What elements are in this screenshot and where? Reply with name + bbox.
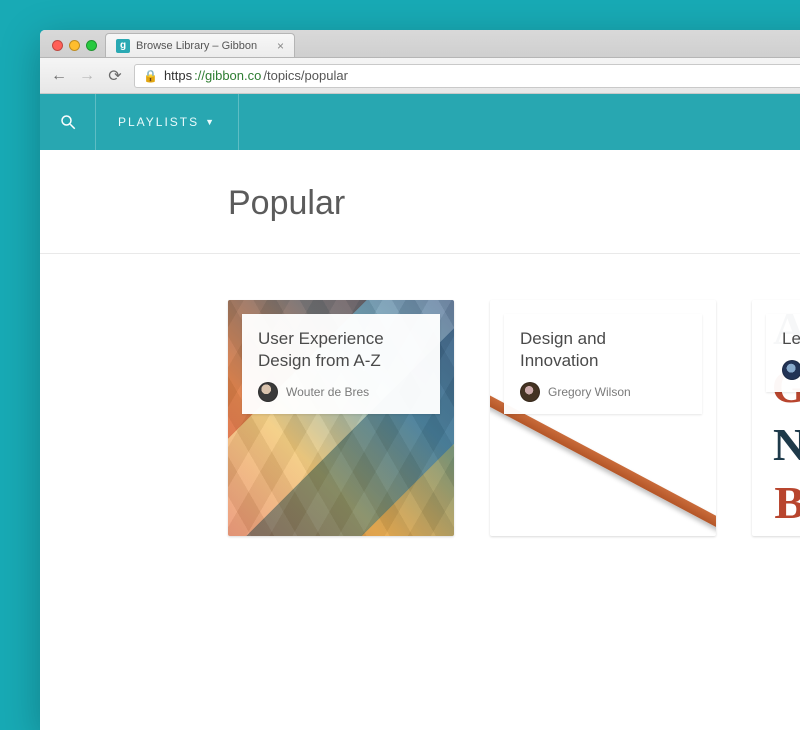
app-header: PLAYLISTS ▼ gibbon <box>40 94 800 150</box>
playlist-card[interactable]: User Experience Design from A-Z Wouter d… <box>228 300 454 536</box>
url-path: /topics/popular <box>263 68 348 83</box>
url-scheme: https <box>164 68 192 83</box>
card-label: Lea <box>766 314 800 392</box>
back-button[interactable]: ← <box>50 67 68 85</box>
lock-icon: 🔒 <box>143 69 158 83</box>
author-name: Gregory Wilson <box>548 385 631 399</box>
avatar <box>782 360 800 380</box>
card-title: User Experience Design from A-Z <box>258 328 424 372</box>
minimize-window-button[interactable] <box>69 40 80 51</box>
card-author <box>782 360 800 380</box>
zoom-window-button[interactable] <box>86 40 97 51</box>
window-controls <box>48 40 105 57</box>
browser-tab[interactable]: g Browse Library – Gibbon × <box>105 33 295 57</box>
author-name: Wouter de Bres <box>286 385 369 399</box>
card-title: Design and Innovation <box>520 328 686 372</box>
playlist-card[interactable]: AJE GLK NCH BID Lea <box>752 300 800 536</box>
avatar <box>258 382 278 402</box>
playlists-menu[interactable]: PLAYLISTS ▼ <box>96 94 239 150</box>
search-button[interactable] <box>40 94 96 150</box>
playlists-label: PLAYLISTS <box>118 115 199 129</box>
browser-tabbar: g Browse Library – Gibbon × <box>40 30 800 58</box>
page-title: Popular <box>40 150 800 253</box>
reload-button[interactable]: ⟳ <box>106 66 124 86</box>
card-title: Lea <box>782 328 800 350</box>
card-label: Design and Innovation Gregory Wilson <box>504 314 702 414</box>
chevron-down-icon: ▼ <box>205 117 216 127</box>
close-tab-icon[interactable]: × <box>277 39 284 53</box>
close-window-button[interactable] <box>52 40 63 51</box>
card-row: User Experience Design from A-Z Wouter d… <box>40 254 800 536</box>
forward-button[interactable]: → <box>78 67 96 85</box>
browser-window: g Browse Library – Gibbon × ← → ⟳ 🔒 http… <box>40 30 800 730</box>
avatar <box>520 382 540 402</box>
card-author: Gregory Wilson <box>520 382 686 402</box>
search-icon <box>59 113 77 131</box>
url-host: ://gibbon.co <box>194 68 261 83</box>
browser-toolbar: ← → ⟳ 🔒 https ://gibbon.co /topics/popul… <box>40 58 800 94</box>
card-author: Wouter de Bres <box>258 382 424 402</box>
page-content: Popular User Experience Design from A-Z … <box>40 150 800 536</box>
card-label: User Experience Design from A-Z Wouter d… <box>242 314 440 414</box>
favicon-icon: g <box>116 39 130 53</box>
url-input[interactable]: 🔒 https ://gibbon.co /topics/popular <box>134 64 800 88</box>
playlist-card[interactable]: Design and Innovation Gregory Wilson <box>490 300 716 536</box>
tab-title: Browse Library – Gibbon <box>136 40 257 52</box>
